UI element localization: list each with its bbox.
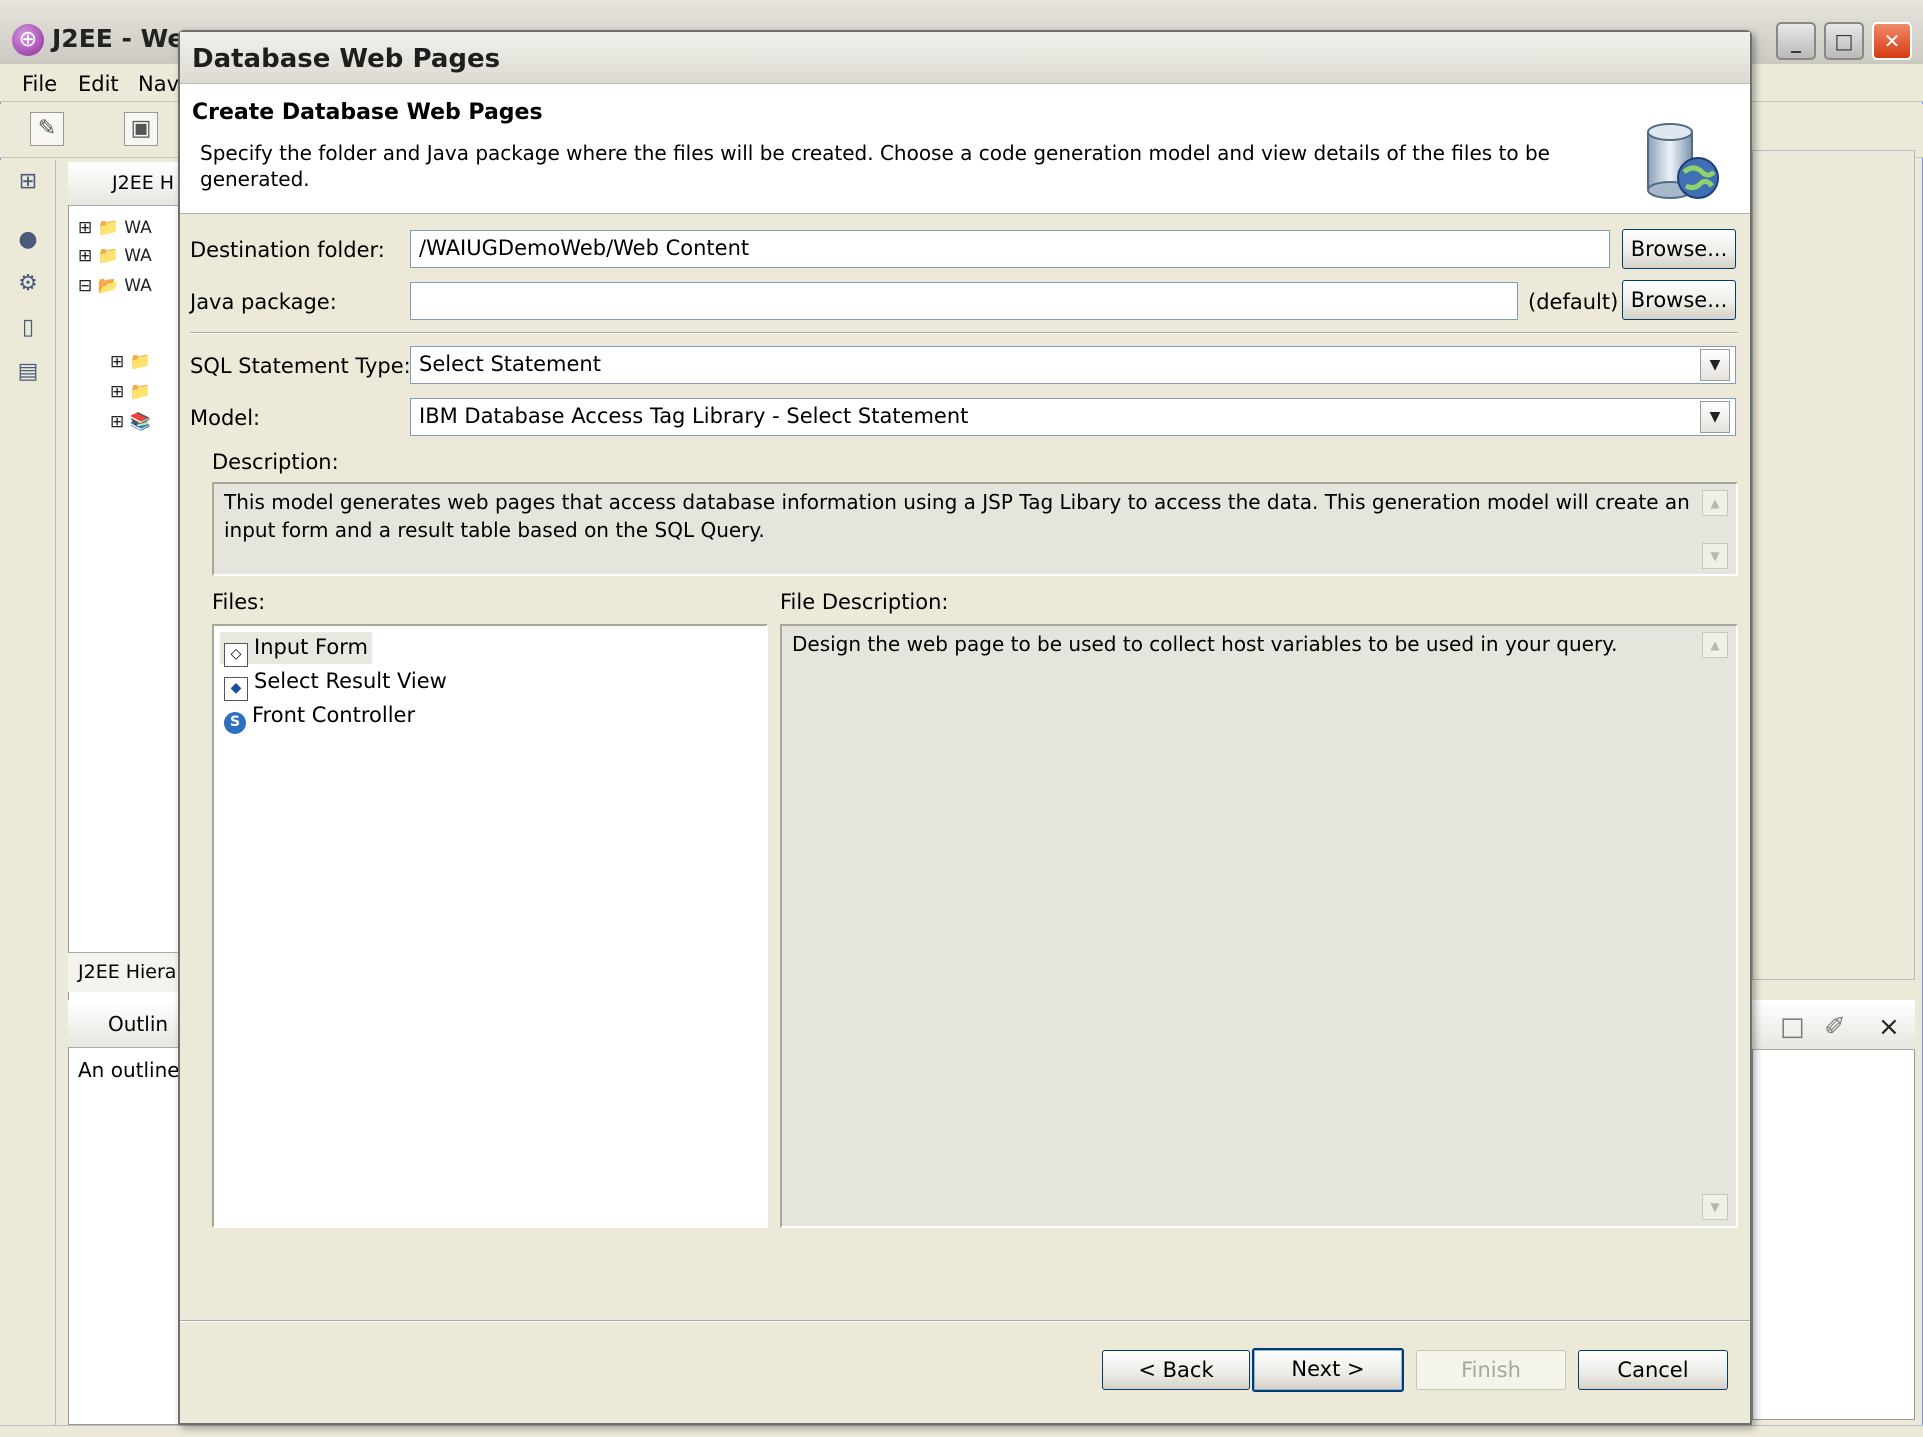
file-description-label: File Description: [780, 590, 949, 614]
data-perspective-icon[interactable]: ▯ [14, 314, 42, 342]
close-view-icon[interactable]: × [1878, 1012, 1900, 1042]
wizard-page-title: Create Database Web Pages [192, 100, 543, 125]
dialog-title: Database Web Pages [192, 44, 501, 74]
new-wizard-icon[interactable]: ✎ [30, 112, 64, 146]
close-window-button[interactable]: ✕ [1872, 22, 1912, 60]
tree-item[interactable]: ⊞ 📁 WA [78, 218, 152, 244]
tree-item[interactable]: ⊞ 📁 [110, 352, 151, 378]
separator [190, 332, 1738, 334]
right-view-panel [1752, 1000, 1915, 1420]
open-perspective-icon[interactable]: ⊞ [14, 168, 42, 196]
tree-item[interactable]: ⊞ 📁 [110, 382, 151, 408]
file-item-input-form[interactable]: ◇ Input Form [220, 632, 372, 667]
menu-navigate[interactable]: Nav [138, 72, 179, 96]
scroll-up-icon[interactable]: ▲ [1702, 632, 1728, 658]
file-item-front-controller[interactable]: S Front Controller [220, 700, 419, 734]
java-package-field[interactable] [410, 282, 1518, 320]
tree-item[interactable]: ⊞ 📁 WA [78, 246, 152, 272]
cancel-button[interactable]: Cancel [1578, 1350, 1728, 1390]
finish-button[interactable]: Finish [1416, 1350, 1566, 1390]
destination-folder-label: Destination folder: [190, 238, 385, 262]
model-select[interactable]: IBM Database Access Tag Library - Select… [410, 398, 1736, 436]
result-view-icon: ◆ [224, 677, 248, 701]
j2ee-hierarchy-footer-tab[interactable]: J2EE Hiera [68, 952, 182, 992]
tree-item[interactable]: ⊞ 📚 [110, 412, 151, 438]
chevron-down-icon[interactable]: ▼ [1700, 349, 1730, 381]
description-label: Description: [212, 450, 339, 474]
clear-icon[interactable]: ✐ [1824, 1012, 1846, 1042]
scroll-down-icon[interactable]: ▼ [1702, 1194, 1728, 1220]
file-description-text[interactable]: Design the web page to be used to collec… [780, 624, 1738, 1228]
java-package-browse-button[interactable]: Browse... [1622, 280, 1736, 320]
destination-browse-button[interactable]: Browse... [1622, 229, 1736, 269]
file-item-select-result-view[interactable]: ◆ Select Result View [220, 666, 451, 701]
wizard-page-description: Specify the folder and Java package wher… [200, 141, 1550, 191]
outline-tab[interactable]: Outlin [68, 1000, 182, 1048]
default-package-label: (default) [1528, 290, 1619, 314]
database-web-icon [1647, 123, 1719, 199]
save-icon[interactable]: ▣ [124, 112, 158, 146]
sql-statement-type-label: SQL Statement Type: [190, 354, 411, 378]
model-description-text: This model generates web pages that acce… [212, 482, 1738, 576]
web-perspective-icon[interactable]: ● [14, 226, 42, 254]
outline-empty-text: An outline [78, 1058, 180, 1082]
editor-area [1752, 150, 1915, 980]
j2ee-hierarchy-tab[interactable]: J2EE H [68, 162, 182, 206]
maximize-view-icon[interactable]: □ [1780, 1012, 1805, 1042]
menu-edit[interactable]: Edit [78, 72, 119, 96]
form-icon: ◇ [224, 643, 248, 667]
next-button[interactable]: Next > [1252, 1348, 1404, 1392]
minimize-button[interactable]: _ [1776, 22, 1816, 60]
files-label: Files: [212, 590, 266, 614]
model-label: Model: [190, 406, 261, 430]
app-icon: ⊕ [12, 24, 44, 56]
sql-statement-type-select[interactable]: Select Statement [410, 346, 1736, 384]
perspective-bar [0, 160, 56, 1425]
servlet-icon: S [224, 712, 246, 734]
menu-file[interactable]: File [22, 72, 57, 96]
status-bar [0, 1425, 1923, 1437]
tree-item[interactable]: ⊟ 📂 WA [78, 276, 152, 302]
maximize-button[interactable]: □ [1824, 22, 1864, 60]
button-bar-separator [180, 1320, 1750, 1322]
server-perspective-icon[interactable]: ▤ [14, 358, 42, 386]
back-button[interactable]: < Back [1102, 1350, 1250, 1390]
j2ee-perspective-icon[interactable]: ⚙ [14, 270, 42, 298]
destination-folder-field[interactable]: /WAIUGDemoWeb/Web Content [410, 230, 1610, 268]
scroll-down-icon[interactable]: ▼ [1702, 543, 1728, 569]
java-package-label: Java package: [190, 290, 337, 314]
ide-window-title: J2EE - We [52, 24, 185, 53]
scroll-up-icon[interactable]: ▲ [1702, 490, 1728, 516]
chevron-down-icon[interactable]: ▼ [1700, 401, 1730, 433]
